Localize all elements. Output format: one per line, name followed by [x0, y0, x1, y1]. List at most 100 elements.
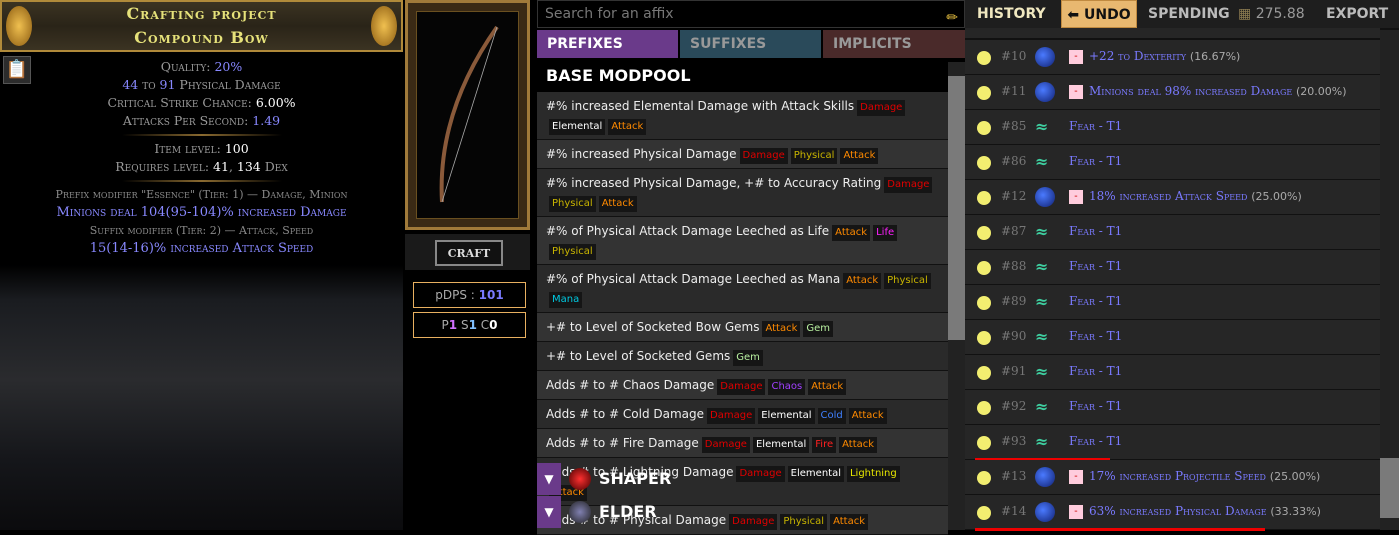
remove-mod-badge[interactable]: - [1069, 190, 1083, 204]
mod-row[interactable]: +# to Level of Socketed Bow Gems Attack Ge… [537, 313, 948, 342]
history-row[interactable]: #12 -18% increased Attack Speed (25.00%) [965, 180, 1380, 215]
mod-tag: Elemental [758, 408, 815, 424]
history-row[interactable]: #14 -63% increased Physical Damage (33.33… [965, 495, 1380, 531]
history-mod: Fear - T1 [1069, 434, 1123, 448]
step-number: #12 [1001, 189, 1027, 203]
group-elder[interactable]: ▼ ELDER [537, 496, 948, 528]
group-shaper[interactable]: ▼ SHAPER [537, 463, 948, 495]
pencil-icon[interactable]: ✏ [946, 5, 958, 31]
item-name: Compound Bow [134, 28, 269, 47]
mod-tag: Attack [840, 148, 879, 164]
undo-button[interactable]: ⬅ UNDO [1061, 0, 1137, 28]
history-mod: 17% increased Projectile Speed [1089, 469, 1266, 483]
divider [121, 134, 282, 136]
quality-label: Quality: [160, 59, 215, 74]
phys-max: 91 [159, 77, 176, 92]
fear-essence-icon: ≈ [1035, 362, 1049, 381]
history-row[interactable]: #93 ≈ Fear - T1 [965, 425, 1380, 461]
mods-scrollbar[interactable] [948, 62, 965, 530]
chevron-down-icon[interactable]: ▼ [537, 463, 561, 495]
history-row[interactable]: #10 - +22 to Dexterity (16.67%) [965, 40, 1380, 75]
mod-tag: Physical [549, 244, 596, 260]
craft-count-label: C [480, 318, 490, 332]
tab-implicits[interactable]: IMPLICITS [823, 30, 965, 58]
mod-text: #% increased Elemental Damage with Attac… [546, 99, 855, 113]
quality-value: 20% [214, 59, 243, 74]
remove-mod-badge[interactable]: - [1069, 85, 1083, 99]
step-number: #93 [1001, 434, 1027, 448]
mod-row[interactable]: #% increased Elemental Damage with Attac… [537, 92, 948, 140]
essence-orb-icon [1035, 187, 1055, 207]
fear-essence-icon: ≈ [1035, 257, 1049, 276]
affix-panel: Search for an affix ✏ PREFIXES SUFFIXES I… [537, 0, 965, 535]
mod-row[interactable]: Adds # to # Cold Damage Damage Elemental Co… [537, 400, 948, 429]
scrollbar-thumb[interactable] [1380, 458, 1399, 518]
history-mod: +22 to Dexterity [1089, 49, 1186, 63]
history-mod: Fear - T1 [1069, 154, 1123, 168]
chevron-down-icon[interactable]: ▼ [537, 496, 561, 528]
mod-row[interactable]: #% of Physical Attack Damage Leeched as … [537, 265, 948, 313]
amount-value: 275.88 [1255, 6, 1305, 22]
mod-text: #% increased Physical Damage [546, 147, 737, 161]
phys-min: 44 [122, 77, 139, 92]
mod-row[interactable]: +# to Level of Socketed Gems Gem [537, 342, 948, 371]
step-number: #14 [1001, 504, 1027, 518]
history-scrollbar[interactable] [1380, 30, 1399, 530]
history-row[interactable]: #92 ≈ Fear - T1 [965, 390, 1380, 425]
modpool-title: BASE MODPOOL [546, 66, 691, 85]
craft-button[interactable]: CRAFT [435, 240, 503, 266]
history-mod: Fear - T1 [1069, 259, 1123, 273]
mod-tag: Damage [707, 408, 756, 424]
spending-tab[interactable]: SPENDING [1148, 0, 1230, 28]
prefix-count-label: P [441, 318, 449, 332]
history-panel: HISTORY ⬅ UNDO SPENDING ▦ 275.88 EXPORT … [965, 0, 1399, 531]
remove-mod-badge[interactable]: - [1069, 50, 1083, 64]
export-button[interactable]: EXPORT [1326, 0, 1388, 28]
tab-suffixes[interactable]: SUFFIXES [680, 30, 821, 58]
history-row[interactable]: #13 -17% increased Projectile Speed (25.0… [965, 460, 1380, 495]
mod-tag: Attack [762, 321, 801, 337]
history-row[interactable]: #86 ≈ Fear - T1 [965, 145, 1380, 180]
req-dex-label: Dex [260, 159, 288, 174]
status-dot [977, 436, 991, 450]
mod-text: #% of Physical Attack Damage Leeched as … [546, 272, 841, 286]
prefix-header: Prefix modifier "Essence" (Tier: 1) — Da… [55, 188, 348, 201]
currency-icon: ▦ [1238, 6, 1252, 22]
pdps-label: pDPS : [435, 288, 479, 302]
history-pct: (25.00%) [1269, 470, 1321, 483]
history-row[interactable]: #91 ≈ Fear - T1 [965, 355, 1380, 390]
affix-search-input[interactable]: Search for an affix ✏ [537, 0, 965, 28]
tab-prefixes[interactable]: PREFIXES [537, 30, 678, 58]
fear-essence-icon: ≈ [1035, 117, 1049, 136]
remove-mod-badge[interactable]: - [1069, 505, 1083, 519]
step-number: #85 [1001, 119, 1027, 133]
history-row[interactable]: #87 ≈ Fear - T1 [965, 215, 1380, 250]
remove-mod-badge[interactable]: - [1069, 470, 1083, 484]
mod-row[interactable]: #% increased Physical Damage, +# to Accu… [537, 169, 948, 217]
status-dot [977, 156, 991, 170]
affix-count-box: P1 S1 C0 [413, 312, 526, 338]
history-row[interactable]: #89 ≈ Fear - T1 [965, 285, 1380, 320]
essence-orb-icon [1035, 82, 1055, 102]
mod-tag: Gem [803, 321, 834, 337]
history-text: 18% increased Attack Speed (25.00%) [1089, 189, 1302, 203]
aps-value: 1.49 [252, 113, 281, 128]
mod-tag: Damage [739, 148, 788, 164]
history-row[interactable]: #85 ≈ Fear - T1 [965, 110, 1380, 145]
history-text: Fear - T1 [1069, 224, 1122, 238]
history-row[interactable]: #88 ≈ Fear - T1 [965, 250, 1380, 285]
history-title[interactable]: HISTORY [977, 0, 1046, 28]
step-number: #90 [1001, 329, 1027, 343]
status-dot [977, 261, 991, 275]
mod-row[interactable]: Adds # to # Fire Damage Damage Elemental Fi… [537, 429, 948, 458]
bow-icon [416, 11, 519, 219]
mod-row[interactable]: #% of Physical Attack Damage Leeched as … [537, 217, 948, 265]
history-row[interactable]: #90 ≈ Fear - T1 [965, 320, 1380, 355]
history-row[interactable]: #11 - Minions deal 98% increased Damage (2… [965, 75, 1380, 110]
mod-tag: Attack [808, 379, 847, 395]
mod-text: +# to Level of Socketed Gems [546, 349, 731, 363]
history-mod: Fear - T1 [1069, 119, 1123, 133]
mod-row[interactable]: Adds # to # Chaos Damage Damage Chaos Attac… [537, 371, 948, 400]
mod-row[interactable]: #% increased Physical Damage Damage Physic… [537, 140, 948, 169]
scrollbar-thumb[interactable] [948, 76, 965, 340]
